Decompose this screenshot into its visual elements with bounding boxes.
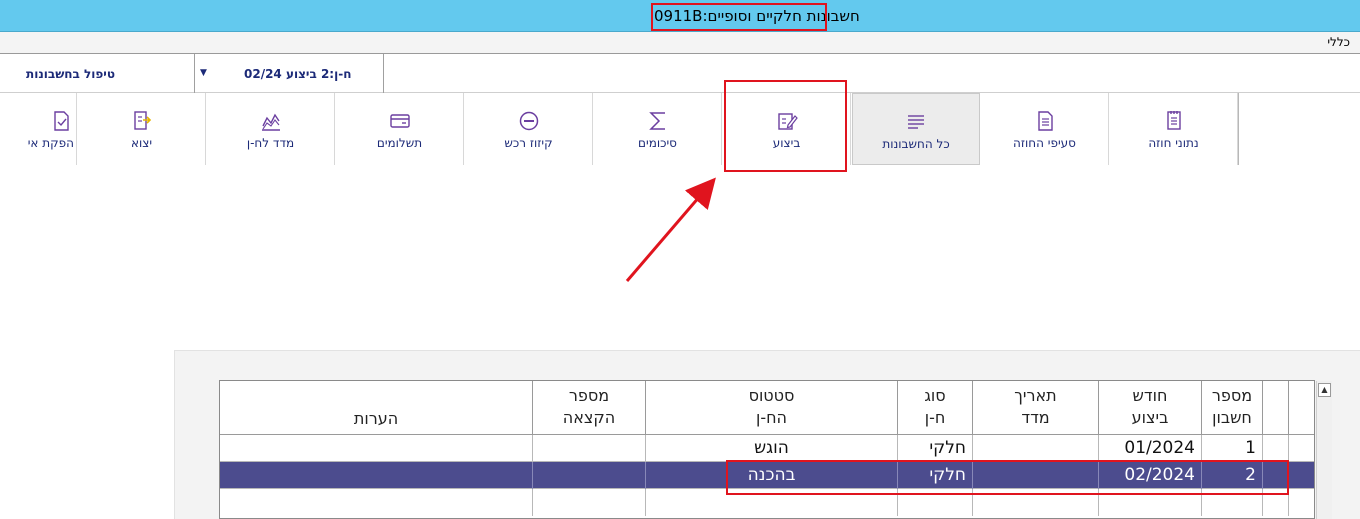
- vertical-scrollbar[interactable]: ▲: [1316, 381, 1332, 519]
- account-selector-dropdown[interactable]: ▼ ח-ן:2 ביצוע 02/24: [200, 67, 370, 85]
- produce-button[interactable]: הפקת אי: [0, 93, 77, 165]
- selected-row-highlight-box: [726, 460, 1289, 495]
- blank-cell: [1262, 435, 1288, 462]
- column-header-index-date[interactable]: תאריך מדד: [972, 381, 1098, 435]
- column-header-exec-month[interactable]: חודש ביצוע: [1098, 381, 1201, 435]
- all-accounts-icon: [908, 115, 924, 129]
- account-selector-value: ח-ן:2 ביצוע 02/24: [244, 67, 352, 81]
- row-selector[interactable]: [1288, 435, 1314, 462]
- column-header-account-no[interactable]: מספר חשבון: [1201, 381, 1262, 435]
- handling-accounts-label[interactable]: טיפול בחשבונות: [26, 67, 115, 81]
- row-selector[interactable]: [1288, 462, 1314, 489]
- button-label: תשלומים: [376, 136, 423, 150]
- button-label: סעיפי החוזה: [1013, 136, 1076, 150]
- sigma-icon: [648, 112, 665, 130]
- title-highlight-box: [651, 3, 827, 31]
- account-no-cell[interactable]: 1: [1201, 435, 1262, 462]
- execute-highlight-box: [724, 80, 847, 172]
- menu-item-general[interactable]: כללי: [1327, 35, 1350, 49]
- contract-data-button[interactable]: נתוני חוזה: [1110, 93, 1238, 165]
- contract-data-icon: [1166, 111, 1181, 130]
- selector-row: טיפול בחשבונות ▼ ח-ן:2 ביצוע 02/24: [0, 54, 1360, 93]
- index-chart-icon: [261, 113, 280, 131]
- row-selector[interactable]: [1288, 489, 1314, 516]
- button-label: כל החשבונות: [882, 137, 950, 151]
- divider: [194, 54, 195, 93]
- notes-cell[interactable]: [220, 462, 532, 489]
- column-header-status[interactable]: סטטוס הח-ן: [645, 381, 897, 435]
- row-selector-header: [1288, 381, 1314, 435]
- table-header: מספר חשבון חודש ביצוע תאריך מדד סוג ח-ן …: [220, 381, 1314, 435]
- menu-bar: כללי: [0, 32, 1360, 54]
- allocation-no-cell[interactable]: [532, 462, 645, 489]
- button-label: סיכומים: [638, 136, 677, 150]
- empty-cell[interactable]: [220, 489, 532, 516]
- toolbar-edge: [1238, 93, 1239, 165]
- divider: [383, 54, 384, 93]
- index-date-cell[interactable]: [972, 435, 1098, 462]
- annotation-arrow: [625, 177, 716, 282]
- button-label: מדד לח-ן: [246, 136, 295, 150]
- index-button[interactable]: מדד לח-ן: [207, 93, 335, 165]
- status-cell[interactable]: הוגש: [645, 435, 897, 462]
- toolbar: נתוני חוזה סעיפי החוזה כל החשבונות ביצוע…: [0, 93, 1240, 165]
- purchase-offset-button[interactable]: קיזוז רכש: [465, 93, 593, 165]
- purchase-offset-icon: [519, 111, 538, 131]
- app-window: 0911B:חשבונות חלקיים וסופיים כללי טיפול …: [0, 0, 1360, 519]
- scroll-up-icon[interactable]: ▲: [1318, 383, 1331, 397]
- button-label: קיזוז רכש: [504, 136, 553, 150]
- contract-sections-button[interactable]: סעיפי החוזה: [981, 93, 1109, 165]
- button-label: נתוני חוזה: [1148, 136, 1199, 150]
- produce-icon: [54, 111, 69, 131]
- button-label: הפקת אי: [27, 136, 74, 150]
- chevron-down-icon[interactable]: ▼: [200, 68, 207, 78]
- button-label: יצוא: [130, 136, 153, 150]
- exec-month-cell[interactable]: 01/2024: [1098, 435, 1201, 462]
- allocation-no-cell[interactable]: [532, 435, 645, 462]
- summaries-button[interactable]: סיכומים: [594, 93, 722, 165]
- column-header-blank: [1262, 381, 1288, 435]
- column-header-notes[interactable]: הערות: [220, 381, 532, 435]
- title-bar: 0911B:חשבונות חלקיים וסופיים: [0, 0, 1360, 32]
- export-icon: [133, 111, 151, 130]
- payments-icon: [389, 114, 410, 128]
- export-button[interactable]: יצוא: [78, 93, 206, 165]
- accounts-table: מספר חשבון חודש ביצוע תאריך מדד סוג ח-ן …: [219, 380, 1315, 519]
- payments-button[interactable]: תשלומים: [336, 93, 464, 165]
- contract-sections-icon: [1037, 111, 1053, 131]
- column-header-allocation-no[interactable]: מספר הקצאה: [532, 381, 645, 435]
- all-accounts-button[interactable]: כל החשבונות: [852, 93, 980, 165]
- type-cell[interactable]: חלקי: [897, 435, 972, 462]
- table-row[interactable]: 1 01/2024 חלקי הוגש: [220, 435, 1314, 462]
- empty-cell[interactable]: [532, 489, 645, 516]
- column-header-type[interactable]: סוג ח-ן: [897, 381, 972, 435]
- notes-cell[interactable]: [220, 435, 532, 462]
